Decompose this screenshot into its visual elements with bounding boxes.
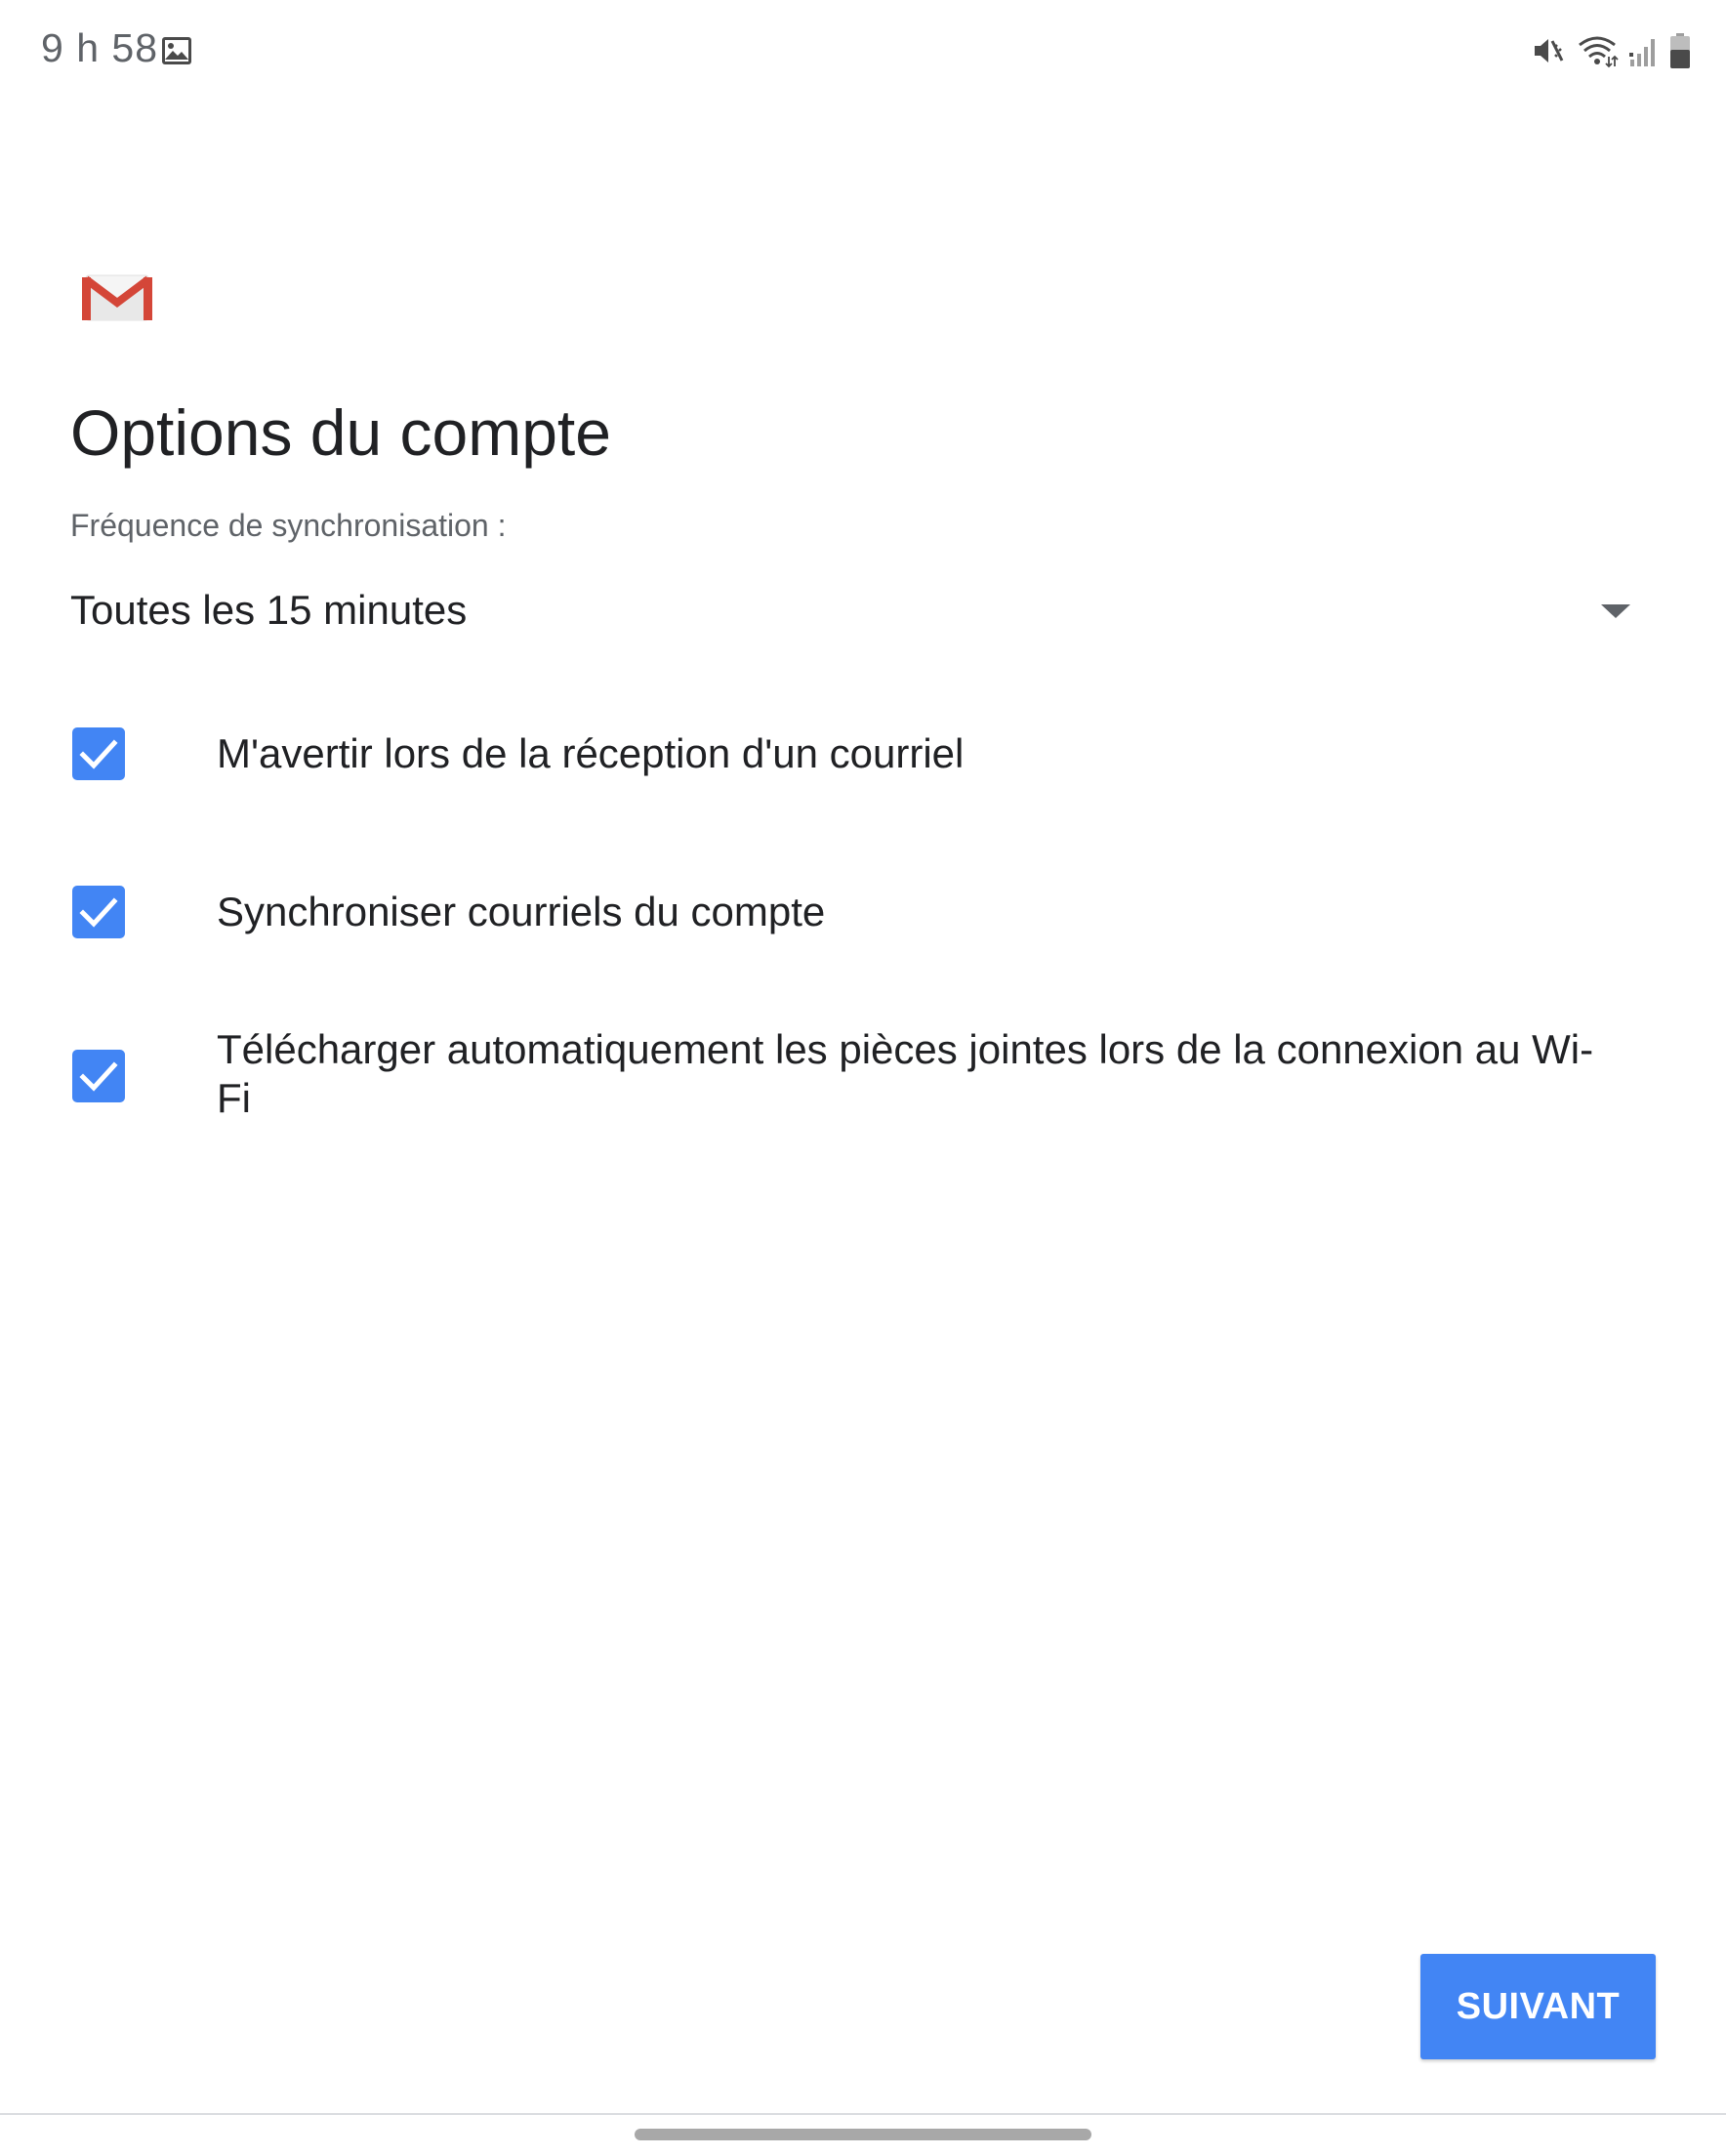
auto-download-label: Télécharger automatiquement les pièces j…	[217, 1026, 1594, 1121]
auto-download-checkbox[interactable]	[72, 1050, 125, 1102]
next-button[interactable]: SUIVANT	[1420, 1954, 1656, 2059]
home-indicator[interactable]	[635, 2129, 1091, 2140]
battery-icon	[1669, 32, 1691, 69]
sync-frequency-label: Fréquence de synchronisation :	[70, 508, 507, 543]
dropdown-arrow-icon	[1599, 602, 1632, 620]
status-icons	[1531, 29, 1691, 72]
option-notify-email[interactable]: M'avertir lors de la réception d'un cour…	[70, 727, 1632, 786]
notify-email-label: M'avertir lors de la réception d'un cour…	[217, 730, 965, 776]
wifi-icon	[1576, 33, 1619, 68]
status-time: 9 h 58	[41, 25, 158, 70]
status-bar: 9 h 58	[0, 0, 1726, 102]
notify-email-checkbox[interactable]	[72, 727, 125, 780]
sync-frequency-value: Toutes les 15 minutes	[70, 587, 468, 633]
nav-divider	[0, 2113, 1726, 2115]
signal-icon	[1628, 33, 1660, 68]
sync-email-label: Synchroniser courriels du compte	[217, 889, 826, 934]
gallery-icon	[161, 35, 192, 66]
vibrate-mute-icon	[1531, 33, 1566, 68]
sync-frequency-dropdown[interactable]: Toutes les 15 minutes	[70, 581, 1632, 649]
gmail-logo	[82, 271, 152, 324]
option-auto-download-attachments[interactable]: Télécharger automatiquement les pièces j…	[70, 1025, 1632, 1133]
option-sync-email[interactable]: Synchroniser courriels du compte	[70, 886, 1632, 944]
page-title: Options du compte	[70, 396, 611, 469]
sync-email-checkbox[interactable]	[72, 886, 125, 938]
